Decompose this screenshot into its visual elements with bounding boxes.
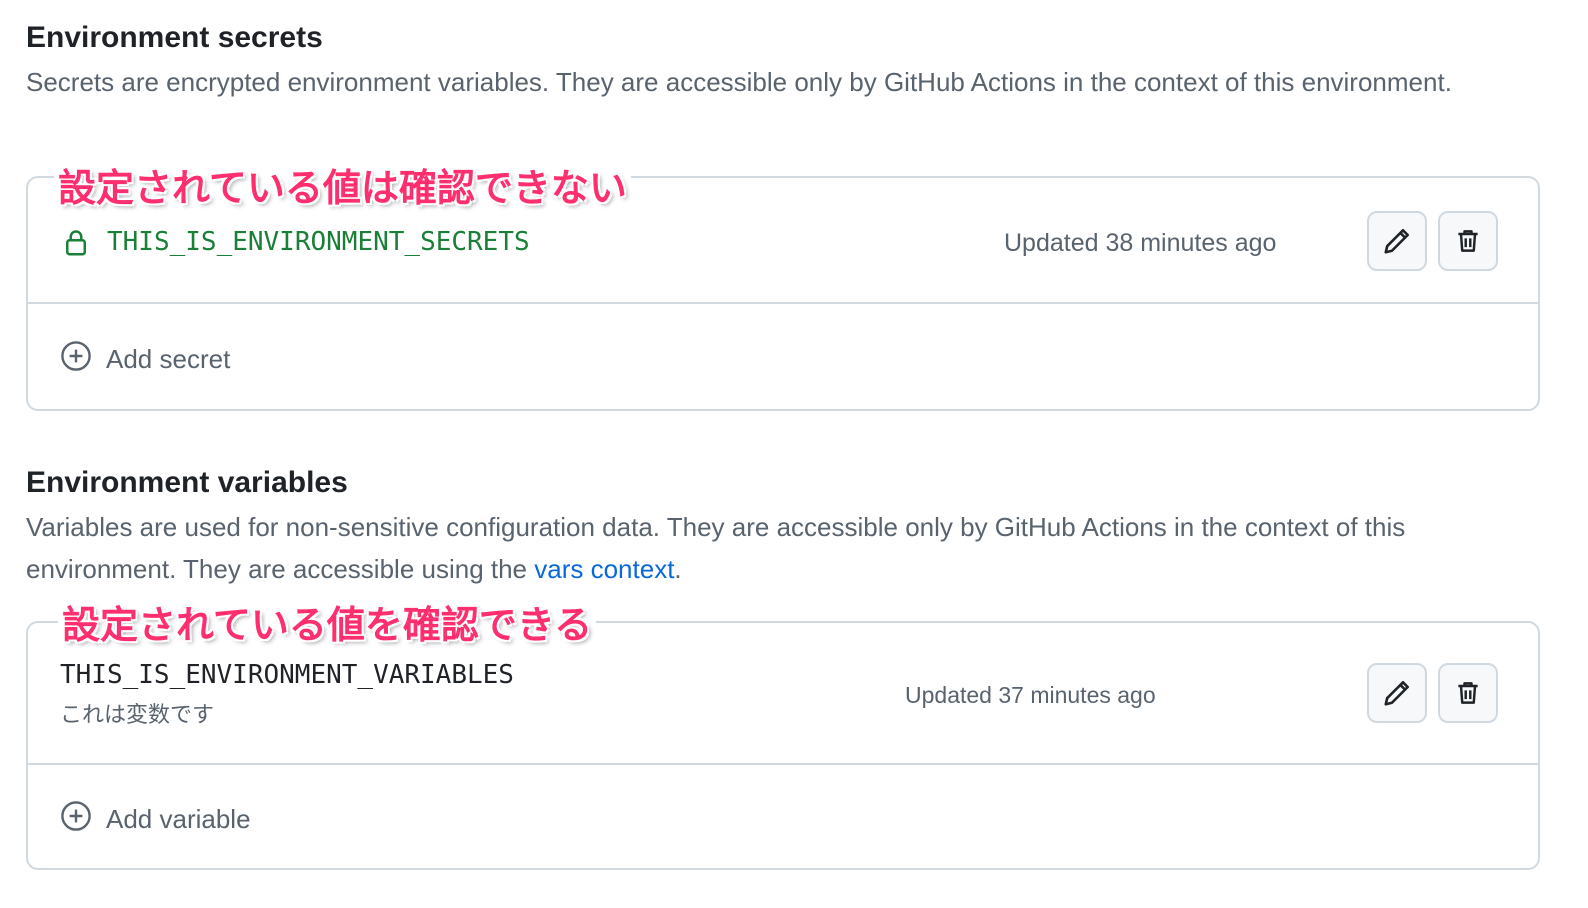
variables-divider	[28, 763, 1538, 765]
variable-value: これは変数です	[60, 702, 215, 727]
vars-context-link[interactable]: vars context	[534, 554, 674, 584]
variables-section-title: Environment variables	[26, 466, 348, 499]
add-variable-label: Add variable	[106, 804, 251, 834]
secrets-divider	[28, 302, 1538, 304]
variables-list: THIS_IS_ENVIRONMENT_VARIABLES これは変数です Up…	[26, 621, 1540, 870]
secret-name: THIS_IS_ENVIRONMENT_SECRETS	[107, 227, 530, 257]
variable-updated-time: Updated 37 minutes ago	[905, 682, 1156, 708]
variables-description-end: .	[674, 554, 682, 584]
trash-icon	[1454, 678, 1482, 708]
delete-variable-button[interactable]	[1438, 663, 1498, 723]
variables-description-text: Variables are used for non-sensitive con…	[26, 512, 1406, 584]
add-secret-button[interactable]: Add secret	[60, 340, 230, 379]
add-secret-label: Add secret	[106, 344, 231, 374]
secrets-annotation: 設定されている値は確認できない	[54, 165, 631, 211]
secrets-section-title: Environment secrets	[26, 21, 323, 54]
add-variable-button[interactable]: Add variable	[60, 800, 251, 839]
secrets-section-description: Secrets are encrypted environment variab…	[26, 67, 1452, 97]
variables-section-description: Variables are used for non-sensitive con…	[26, 506, 1526, 590]
lock-icon	[62, 226, 90, 263]
secret-updated-time: Updated 38 minutes ago	[1004, 229, 1277, 257]
plus-circle-icon	[60, 340, 92, 379]
pencil-icon	[1382, 678, 1412, 708]
pencil-icon	[1382, 226, 1412, 256]
variables-annotation: 設定されている値を確認できる	[58, 602, 597, 648]
variable-name: THIS_IS_ENVIRONMENT_VARIABLES	[60, 660, 514, 690]
trash-icon	[1454, 226, 1482, 256]
secrets-list: THIS_IS_ENVIRONMENT_SECRETS Updated 38 m…	[26, 176, 1540, 411]
edit-secret-button[interactable]	[1367, 211, 1427, 271]
plus-circle-icon	[60, 800, 92, 839]
delete-secret-button[interactable]	[1438, 211, 1498, 271]
edit-variable-button[interactable]	[1367, 663, 1427, 723]
